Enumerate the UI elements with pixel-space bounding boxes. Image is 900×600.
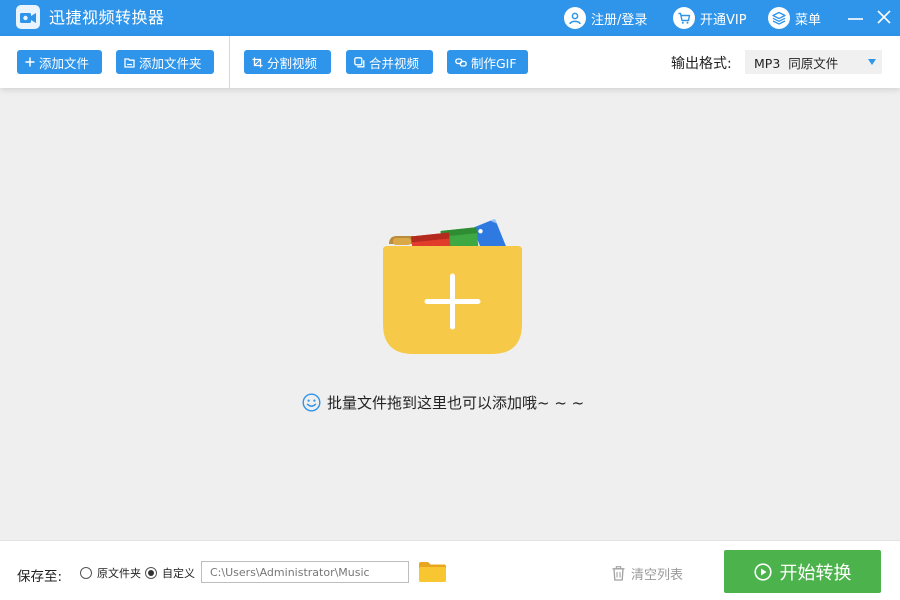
radio-custom-indicator [145,567,157,579]
crop-icon [252,57,263,67]
clear-list-button[interactable]: 清空列表 [612,564,683,583]
app-logo-icon [16,5,40,29]
app-title: 迅捷视频转换器 [49,8,165,27]
play-circle-icon [753,562,772,581]
user-icon [564,7,586,29]
vip-label: 开通VIP [700,12,747,28]
start-convert-label: 开始转换 [779,562,852,584]
minimize-icon[interactable] [844,6,868,30]
login-button[interactable]: 注册/登录 [564,0,647,36]
trash-icon [612,566,625,581]
radio-original-folder[interactable]: 原文件夹 [80,565,141,581]
split-video-button[interactable]: 分割视频 [244,50,331,74]
title-bar: 迅捷视频转换器 注册/登录 开通VIP 菜单 [0,0,900,36]
chevron-down-icon [868,59,876,65]
close-icon[interactable] [872,6,896,30]
link-icon [455,57,467,67]
toolbar: 添加文件 添加文件夹 分割视频 合并视频 制作GIF 输出格式: MP3 同原文… [0,36,900,88]
add-files-folder-icon[interactable] [380,214,525,359]
layers-icon [768,7,790,29]
drop-hint: 批量文件拖到这里也可以添加哦~ ~ ~ [302,392,584,413]
plus-icon [25,57,35,67]
smile-icon [302,393,321,412]
toolbar-divider [229,36,230,88]
make-gif-button[interactable]: 制作GIF [447,50,528,74]
browse-folder-icon[interactable] [418,561,447,587]
add-file-button[interactable]: 添加文件 [17,50,102,74]
clear-list-label: 清空列表 [631,568,684,583]
vip-button[interactable]: 开通VIP [673,0,747,36]
menu-button[interactable]: 菜单 [768,0,821,36]
radio-original-indicator [80,567,92,579]
menu-label: 菜单 [795,12,822,28]
drop-hint-text: 批量文件拖到这里也可以添加哦~ ~ ~ [327,394,585,412]
add-folder-button[interactable]: 添加文件夹 [116,50,214,74]
merge-icon [354,56,365,67]
output-format-select[interactable]: MP3 同原文件 [745,50,882,74]
folder-icon [124,57,135,68]
save-to-label: 保存至: [17,569,63,585]
output-path-input[interactable] [201,561,409,583]
add-folder-label: 添加文件夹 [139,55,202,71]
start-convert-button[interactable]: 开始转换 [724,550,881,593]
output-format-label: 输出格式: [671,56,732,72]
merge-video-label: 合并视频 [369,55,420,71]
radio-custom-folder[interactable]: 自定义 [145,565,195,581]
login-label: 注册/登录 [591,12,648,28]
split-video-label: 分割视频 [267,55,318,71]
cart-icon [673,7,695,29]
make-gif-label: 制作GIF [471,55,517,71]
merge-video-button[interactable]: 合并视频 [346,50,433,74]
add-file-label: 添加文件 [39,55,90,71]
bottom-bar: 保存至: 原文件夹 自定义 清空列表 开始转换 [0,540,900,600]
output-format-value: MP3 同原文件 [754,55,839,71]
radio-custom-label: 自定义 [162,567,195,580]
radio-original-label: 原文件夹 [97,567,141,580]
